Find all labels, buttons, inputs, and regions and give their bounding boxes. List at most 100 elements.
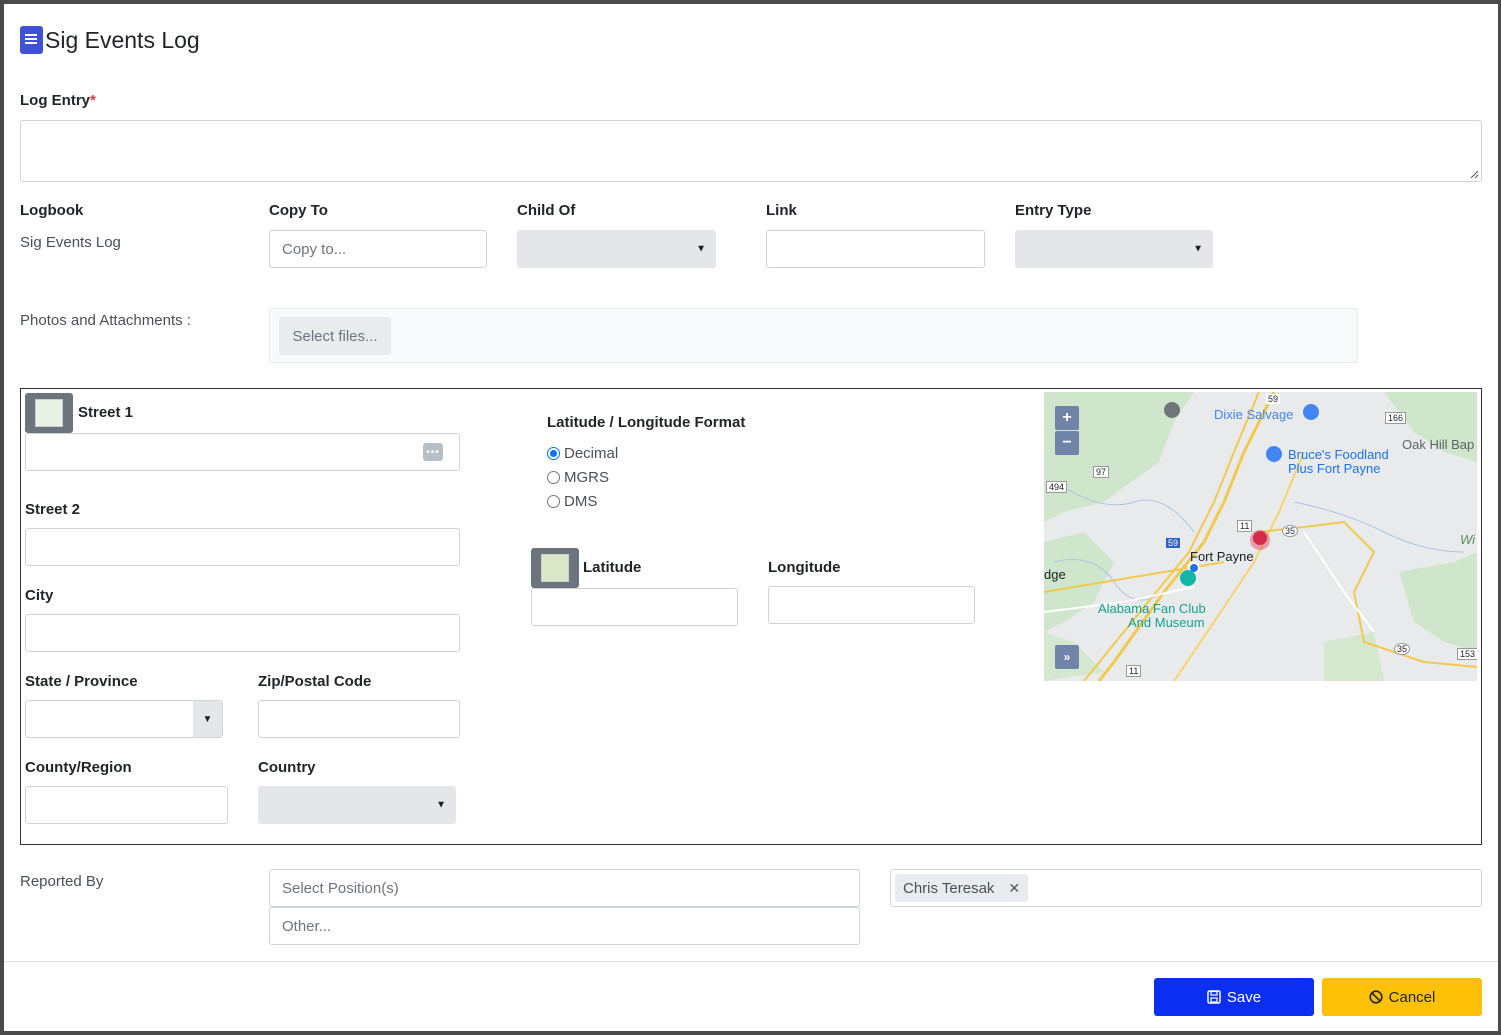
latlon-format-label: Latitude / Longitude Format <box>547 414 746 431</box>
route-shield-35a: 35 <box>1282 525 1299 537</box>
map-label-oakhill: Oak Hill Bap <box>1402 437 1475 452</box>
latitude-input[interactable] <box>531 588 738 626</box>
caret-down-icon: ▼ <box>1193 243 1203 255</box>
route-shield-494: 494 <box>1046 481 1068 493</box>
select-files-button[interactable]: Select files... <box>279 317 391 355</box>
format-mgrs-option[interactable]: MGRS <box>547 469 609 486</box>
log-entry-label: Log Entry* <box>20 92 96 109</box>
save-button-label: Save <box>1226 988 1262 1006</box>
map-canvas <box>1044 392 1477 681</box>
reported-by-label: Reported By <box>20 873 104 890</box>
file-drop-zone[interactable]: Select files... <box>269 308 1358 363</box>
copy-to-label: Copy To <box>269 202 328 219</box>
street2-label: Street 2 <box>25 501 81 518</box>
route-shield-59b: 59 <box>1166 538 1181 548</box>
copy-to-input[interactable]: Copy to... <box>269 230 487 268</box>
ban-icon <box>1369 990 1383 1004</box>
zip-input[interactable] <box>258 700 460 738</box>
child-of-label: Child Of <box>517 202 576 219</box>
route-shield-35b: 35 <box>1394 643 1411 655</box>
positions-select[interactable]: Select Position(s) <box>269 869 860 907</box>
entry-type-select[interactable]: ▼ <box>1015 230 1213 268</box>
person-chip-label: Chris Teresak <box>903 879 995 897</box>
required-mark: * <box>90 92 96 109</box>
format-dms-option[interactable]: DMS <box>547 493 597 510</box>
latitude-label: Latitude <box>583 559 642 576</box>
country-label: Country <box>258 759 316 776</box>
county-input[interactable] <box>25 786 228 824</box>
dialog-title: Sig Events Log <box>20 26 200 54</box>
map-zoom-out-button[interactable]: − <box>1055 431 1079 455</box>
longitude-label: Longitude <box>768 559 841 576</box>
caret-down-icon: ▼ <box>193 701 222 737</box>
city-label: City <box>25 587 54 604</box>
positions-placeholder: Select Position(s) <box>282 879 399 897</box>
radio-button[interactable] <box>547 447 560 460</box>
route-shield-11b: 11 <box>1126 665 1142 677</box>
cancel-button-label: Cancel <box>1388 988 1436 1006</box>
copy-to-placeholder: Copy to... <box>282 240 347 258</box>
state-select[interactable]: ▼ <box>25 700 223 738</box>
floppy-disk-icon <box>1207 990 1221 1004</box>
link-label: Link <box>766 202 797 219</box>
map-label-dge: dge <box>1044 567 1066 582</box>
cancel-button[interactable]: Cancel <box>1322 978 1482 1016</box>
caret-down-icon: ▼ <box>696 243 706 255</box>
map-label-alabama-1: Alabama Fan Club <box>1098 601 1206 616</box>
state-label: State / Province <box>25 673 138 690</box>
route-shield-166: 166 <box>1385 412 1407 424</box>
route-shield-59: 59 <box>1266 394 1281 404</box>
map-label-wi: Wi <box>1460 532 1476 547</box>
link-input[interactable] <box>766 230 985 268</box>
street-picker-icon <box>35 399 63 427</box>
book-icon <box>20 26 43 54</box>
logbook-value: Sig Events Log <box>20 234 121 251</box>
footer-divider <box>4 961 1498 962</box>
reported-by-people-select[interactable]: Chris Teresak ✕ <box>890 869 1482 907</box>
street1-label: Street 1 <box>78 404 134 421</box>
radio-button[interactable] <box>547 471 560 484</box>
country-select[interactable]: ▼ <box>258 786 456 824</box>
resize-grip-icon[interactable] <box>1469 169 1479 179</box>
map-label-bruces-2: Plus Fort Payne <box>1288 461 1381 476</box>
map-label-fortpayne: Fort Payne <box>1190 549 1254 564</box>
format-decimal-option[interactable]: Decimal <box>547 445 618 462</box>
street1-input[interactable]: ••• <box>25 433 460 471</box>
save-button[interactable]: Save <box>1154 978 1314 1016</box>
entry-type-label: Entry Type <box>1015 202 1092 219</box>
logbook-label: Logbook <box>20 202 84 219</box>
route-shield-11a: 11 <box>1237 520 1253 532</box>
format-mgrs-label: MGRS <box>564 469 609 486</box>
longitude-input[interactable] <box>768 586 975 624</box>
attachments-label: Photos and Attachments : <box>20 312 191 329</box>
child-of-select[interactable]: ▼ <box>517 230 716 268</box>
other-input[interactable]: Other... <box>269 907 860 945</box>
map-expand-button[interactable]: » <box>1055 645 1079 669</box>
format-decimal-label: Decimal <box>564 445 619 462</box>
radio-button[interactable] <box>547 495 560 508</box>
log-entry-label-text: Log Entry <box>20 92 90 109</box>
dialog-title-text: Sig Events Log <box>45 26 200 53</box>
map-label-bruces-1: Bruce's Foodland <box>1288 447 1389 462</box>
format-dms-label: DMS <box>564 493 598 510</box>
map-label-dixie: Dixie Salvage <box>1214 407 1294 422</box>
more-options-icon[interactable]: ••• <box>423 443 443 461</box>
log-entry-textarea[interactable] <box>20 120 1482 182</box>
route-shield-97: 97 <box>1093 466 1110 478</box>
map-label-alabama-2: And Museum <box>1128 615 1205 630</box>
geolocate-button[interactable] <box>531 548 579 588</box>
route-shield-153: 153 <box>1457 648 1477 660</box>
street2-input[interactable] <box>25 528 460 566</box>
log-entry-dialog: Sig Events Log Log Entry* Logbook Sig Ev… <box>4 4 1498 1031</box>
globe-icon <box>541 554 569 582</box>
city-input[interactable] <box>25 614 460 652</box>
location-map[interactable]: + − » Dixie Salvage Bruce's Foodland Plu… <box>1044 392 1477 681</box>
person-chip: Chris Teresak ✕ <box>895 874 1029 902</box>
map-zoom-in-button[interactable]: + <box>1055 406 1079 430</box>
other-placeholder: Other... <box>282 917 332 935</box>
street-picker-button[interactable] <box>25 393 73 433</box>
zip-label: Zip/Postal Code <box>258 673 372 690</box>
county-label: County/Region <box>25 759 132 776</box>
caret-down-icon: ▼ <box>436 799 446 811</box>
remove-chip-icon[interactable]: ✕ <box>1008 880 1020 897</box>
